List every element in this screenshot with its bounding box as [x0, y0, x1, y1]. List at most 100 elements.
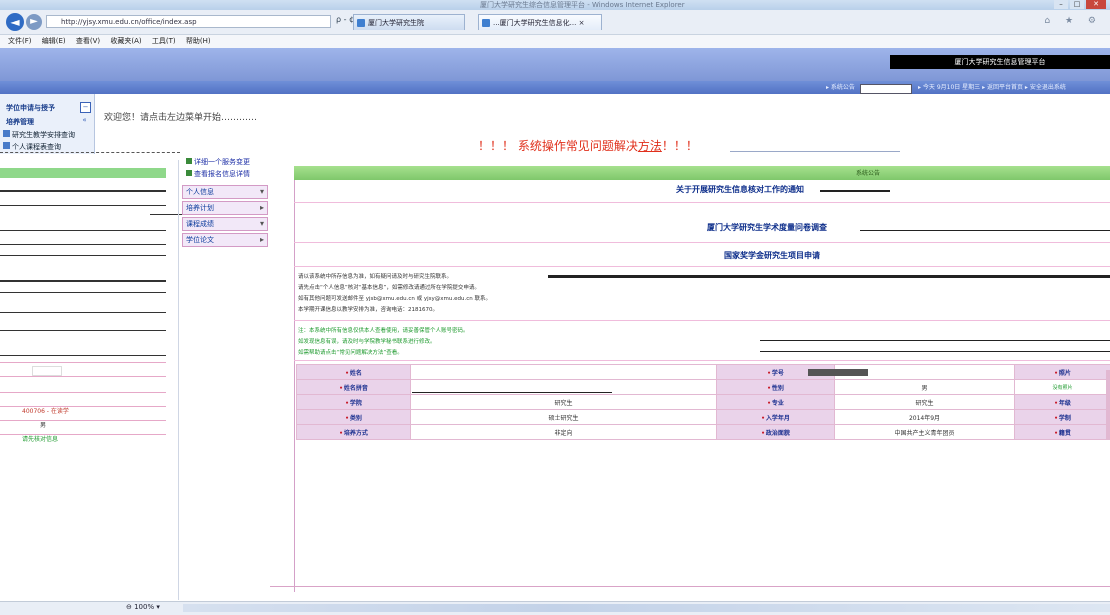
taskbar-strip: [183, 604, 1110, 612]
notice-title-2[interactable]: 厦门大学研究生学术度量问卷调查: [707, 222, 827, 233]
back-icon[interactable]: ◄: [6, 13, 24, 31]
notice-title-1[interactable]: 关于开展研究生信息核对工作的通知: [676, 184, 804, 195]
ghost-field: [32, 366, 62, 376]
doc-icon: [3, 130, 10, 137]
divider: [548, 275, 1110, 278]
home-star-gear-icons[interactable]: ⌂ ★ ⚙: [1044, 16, 1102, 26]
notice-link[interactable]: 方法: [638, 139, 662, 153]
date-and-links[interactable]: ▸ 今天 9月10日 星期三 ▸ 返回平台首页 ▸ 安全退出系统: [918, 81, 1066, 94]
menu-bar: 文件(F) 编辑(E) 查看(V) 收藏夹(A) 工具(T) 帮助(H): [0, 35, 1110, 48]
info-line: 如有其他问题可发送邮件至 yjsb@xmu.edu.cn 或 yjsy@xmu.…: [298, 294, 491, 302]
table-label-cell: 籍贯: [1015, 425, 1110, 440]
nav-personal-info[interactable]: 个人信息 ▾: [182, 185, 268, 199]
table-label-cell: 入学年月: [717, 410, 835, 425]
sidebar-item-timetable[interactable]: 个人课程表查询: [12, 142, 61, 152]
chevron-icon: ▸: [260, 235, 264, 244]
divider: [0, 420, 166, 421]
search-input[interactable]: [860, 84, 912, 94]
ghost-line: [0, 312, 166, 313]
menu-file[interactable]: 文件(F): [8, 37, 32, 45]
tab-graduate-school[interactable]: 厦门大学研究生院: [353, 14, 465, 30]
divider: [294, 320, 1110, 321]
tab-info-platform[interactable]: ...厦门大学研究生信息化... ×: [478, 14, 602, 30]
table-label-cell: 培养方式: [297, 425, 411, 440]
divider: [760, 351, 1110, 352]
chevron-icon: ▸: [260, 203, 264, 212]
ghost-line: [0, 280, 166, 282]
left-misc-text: 400706 - 在读学: [22, 406, 69, 415]
divider: [0, 152, 180, 154]
sidebar-item-training[interactable]: 培养管理: [6, 117, 34, 127]
info-line: 请先点击“个人信息”核对“基本信息”，如需修改请通过所在学院提交申请。: [298, 283, 480, 291]
menu-edit[interactable]: 编辑(E): [42, 37, 66, 45]
zoom-control[interactable]: ⊖ 100% ▾: [126, 603, 160, 611]
menu-help[interactable]: 帮助(H): [186, 37, 211, 45]
table-value-cell: 硕士研究生: [411, 410, 717, 425]
address-tools-icon[interactable]: ρ - ¢: [336, 15, 354, 24]
notice-banner: ！！！ 系统操作常见问题解决方法！！！: [478, 137, 698, 154]
table-label-cell: 学制: [1015, 410, 1110, 425]
green-square-icon: [186, 170, 192, 176]
menu-tools[interactable]: 工具(T): [152, 37, 176, 45]
expand-icon[interactable]: «: [80, 116, 89, 125]
maximize-icon[interactable]: □: [1070, 0, 1084, 9]
green-note-line: 如发现信息有误，请及时与学院教学秘书联系进行修改。: [298, 337, 436, 345]
sidebar-item-schedule[interactable]: 研究生教学安排查询: [12, 130, 75, 140]
table-label-cell: 照片: [1015, 365, 1110, 380]
divider: [294, 202, 1110, 203]
table-row: 培养方式非定向政治面貌中国共产主义青年团员籍贯: [297, 425, 1110, 440]
divider: [412, 392, 612, 393]
green-note-line: 如需帮助请点击“常见问题解决方法”查看。: [298, 348, 403, 356]
table-value-cell: 研究生: [835, 395, 1015, 410]
redacted-block: [808, 369, 868, 376]
nav-training-plan[interactable]: 培养计划 ▸: [182, 201, 268, 215]
minimize-icon[interactable]: –: [1054, 0, 1068, 9]
student-info-table: 姓名学号照片姓名拼音性别男没有照片学院研究生专业研究生年级类别硕士研究生入学年月…: [296, 364, 1110, 440]
ie-icon: [357, 19, 365, 27]
divider: [1106, 370, 1110, 440]
system-notice-link[interactable]: ▸ 系统公告: [826, 81, 855, 94]
ghost-line: [0, 244, 166, 245]
mid-link-signup[interactable]: 查看报名信息详情: [186, 169, 250, 179]
divider: [178, 160, 179, 600]
left-misc-text: 男: [40, 420, 46, 429]
sidebar-item-degree[interactable]: 学位申请与授予: [6, 103, 55, 113]
nav-course-grades[interactable]: 课程成绩 ▾: [182, 217, 268, 231]
table-value-cell: 男: [835, 380, 1015, 395]
table-label-cell: 性别: [717, 380, 835, 395]
green-note-line: 注：本系统中所有信息仅供本人查看使用，请妥善保管个人账号密码。: [298, 326, 469, 334]
mid-link-service[interactable]: 详细一个服务变更: [186, 157, 250, 167]
collapse-icon[interactable]: −: [80, 102, 91, 113]
table-label-cell: 政治面貌: [717, 425, 835, 440]
address-bar[interactable]: http://yjsy.xmu.edu.cn/office/index.asp: [46, 15, 331, 28]
divider: [270, 586, 1110, 587]
info-line: 请以该系统中所存信息为准，如有疑问请及时与研究生院联系。: [298, 272, 452, 280]
table-value-cell: 中国共产主义青年团员: [835, 425, 1015, 440]
table-label-cell: 姓名: [297, 365, 411, 380]
table-value-cell: 研究生: [411, 395, 717, 410]
notice-title-3[interactable]: 国家奖学金研究生项目申请: [724, 250, 820, 261]
ie-icon: [482, 19, 490, 27]
divider: [0, 376, 166, 377]
nav-thesis[interactable]: 学位论文 ▸: [182, 233, 268, 247]
chevron-icon: ▾: [260, 219, 264, 228]
menu-favorites[interactable]: 收藏夹(A): [110, 37, 141, 45]
window-controls: – □ ✕: [1054, 0, 1106, 10]
site-brand: 厦门大学研究生信息管理平台: [890, 55, 1110, 69]
divider: [0, 362, 166, 363]
menu-view[interactable]: 查看(V): [76, 37, 100, 45]
ghost-line: [0, 255, 166, 256]
table-label-cell: 学院: [297, 395, 411, 410]
divider: [294, 266, 1110, 267]
forward-icon[interactable]: ►: [26, 14, 42, 30]
table-label-cell: 专业: [717, 395, 835, 410]
divider: [760, 340, 1110, 341]
panel-header-title: 系统公告: [856, 168, 880, 177]
site-toolbar: ▸ 系统公告 ▸ 今天 9月10日 星期三 ▸ 返回平台首页 ▸ 安全退出系统: [0, 81, 1110, 94]
panel-header: [294, 166, 1110, 180]
close-icon[interactable]: ✕: [1086, 0, 1106, 9]
ghost-line: [0, 355, 166, 356]
ghost-line: [0, 190, 166, 192]
divider: [0, 392, 166, 393]
divider: [730, 151, 900, 152]
